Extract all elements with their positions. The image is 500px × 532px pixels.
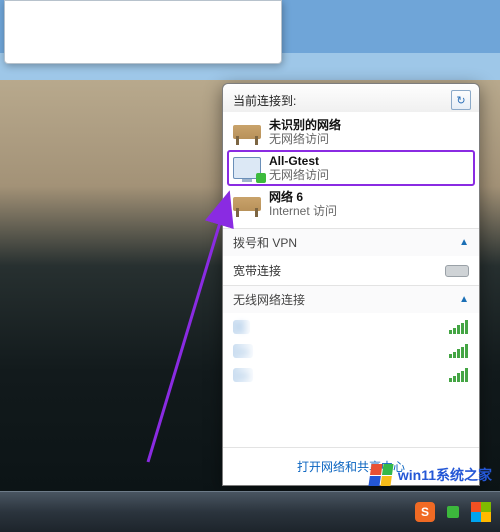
refresh-button[interactable]: ↻ bbox=[451, 90, 471, 110]
dial-item-broadband[interactable]: 宽带连接 bbox=[223, 256, 479, 285]
connection-status: 无网络访问 bbox=[269, 132, 341, 146]
flyout-title: 当前连接到: bbox=[233, 92, 296, 109]
chevron-up-icon: ▲ bbox=[459, 294, 469, 305]
refresh-icon: ↻ bbox=[456, 94, 465, 107]
section-label: 拨号和 VPN bbox=[233, 234, 297, 251]
connection-status: Internet 访问 bbox=[269, 204, 337, 218]
wifi-item[interactable]: — bbox=[233, 363, 469, 387]
connection-name: 未识别的网络 bbox=[269, 118, 341, 132]
tray-security-icon[interactable] bbox=[470, 501, 492, 523]
wifi-signal-icon bbox=[449, 344, 469, 358]
watermark: win11系统之家 bbox=[370, 464, 492, 486]
windows-logo-icon bbox=[368, 464, 393, 486]
dial-item-label: 宽带连接 bbox=[233, 262, 281, 279]
wifi-item[interactable]: C bbox=[233, 315, 469, 339]
connection-item[interactable]: 网络 6 Internet 访问 bbox=[227, 186, 475, 222]
wifi-name: C bbox=[233, 320, 250, 334]
section-wireless[interactable]: 无线网络连接 ▲ bbox=[223, 285, 479, 313]
network-flyout: 当前连接到: ↻ 未识别的网络 无网络访问 All-Gtest 无网络访问 bbox=[222, 83, 480, 486]
wifi-name: — bbox=[233, 344, 253, 358]
connection-name: 网络 6 bbox=[269, 190, 337, 204]
section-dial-vpn[interactable]: 拨号和 VPN ▲ bbox=[223, 228, 479, 256]
bench-icon bbox=[231, 118, 263, 146]
section-label: 无线网络连接 bbox=[233, 291, 305, 308]
modem-icon bbox=[445, 265, 469, 277]
connection-status: 无网络访问 bbox=[269, 168, 329, 182]
wifi-list: C — — bbox=[223, 313, 479, 389]
bench-icon bbox=[231, 190, 263, 218]
connection-item[interactable]: 未识别的网络 无网络访问 bbox=[227, 114, 475, 150]
watermark-text: win11系统之家 bbox=[398, 465, 492, 485]
system-tray: S bbox=[414, 492, 492, 532]
connection-item-highlighted[interactable]: All-Gtest 无网络访问 bbox=[227, 150, 475, 186]
current-connections-list: 未识别的网络 无网络访问 All-Gtest 无网络访问 网络 6 Intern… bbox=[223, 112, 479, 228]
monitor-icon bbox=[231, 154, 263, 182]
tray-sogou-icon[interactable]: S bbox=[414, 501, 436, 523]
wifi-item[interactable]: — bbox=[233, 339, 469, 363]
wifi-signal-icon bbox=[449, 368, 469, 382]
connection-name: All-Gtest bbox=[269, 154, 329, 168]
taskbar: S bbox=[0, 491, 500, 532]
tray-status-icon[interactable] bbox=[442, 501, 464, 523]
chevron-up-icon: ▲ bbox=[459, 237, 469, 248]
wifi-name: — bbox=[233, 368, 253, 382]
background-window bbox=[4, 0, 282, 64]
wifi-signal-icon bbox=[449, 320, 469, 334]
